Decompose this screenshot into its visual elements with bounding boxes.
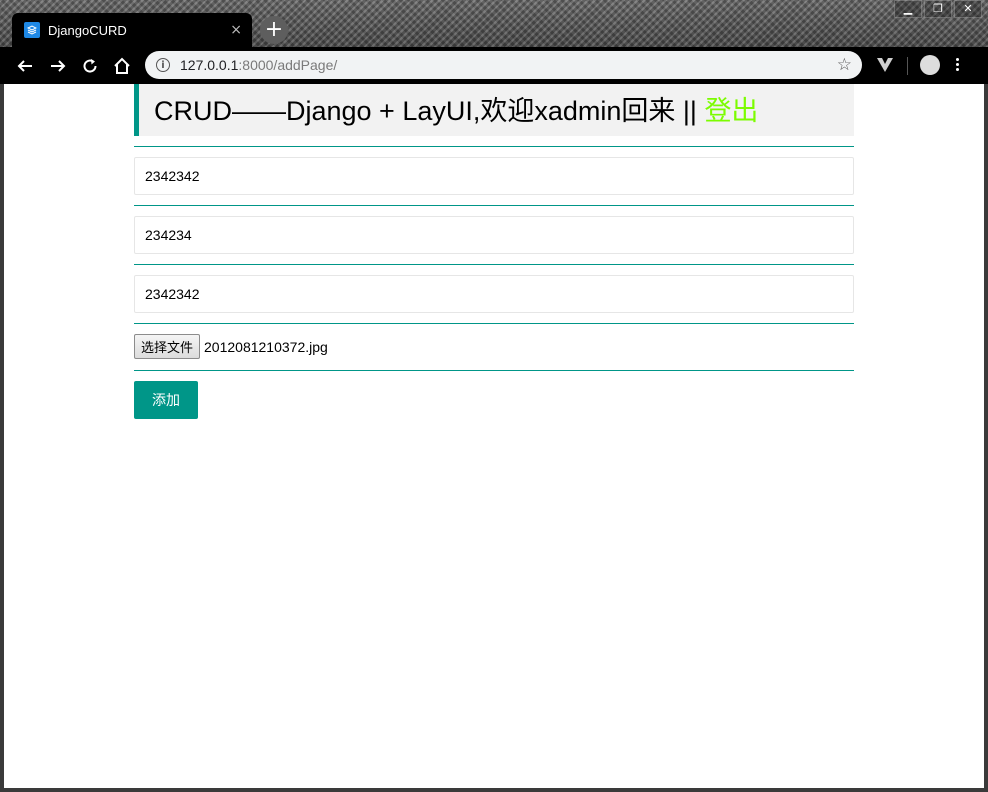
text-field-3[interactable]: [134, 275, 854, 313]
field-row: [134, 265, 854, 323]
choose-file-button[interactable]: 选择文件: [134, 334, 201, 359]
close-window-button[interactable]: ✕: [954, 0, 982, 18]
field-row: [134, 206, 854, 264]
forward-arrow-icon[interactable]: [47, 55, 69, 77]
page-title: CRUD——Django + LayUI,欢迎xadmin回来 ||: [154, 96, 705, 126]
minimize-button[interactable]: ▁: [894, 0, 922, 18]
page-header: CRUD——Django + LayUI,欢迎xadmin回来 || 登出: [134, 84, 854, 136]
bookmark-star-icon[interactable]: ☆: [837, 55, 852, 75]
url-host: 127.0.0.1: [180, 57, 239, 73]
browser-toolbar: i 127.0.0.1:8000/addPage/ ☆: [0, 47, 988, 84]
new-tab-button[interactable]: +: [260, 16, 288, 44]
tab-title: DjangoCURD: [48, 22, 127, 38]
maximize-button[interactable]: ❐: [924, 0, 952, 18]
back-arrow-icon[interactable]: [14, 55, 36, 77]
toolbar-separator: [907, 57, 908, 75]
address-bar[interactable]: i 127.0.0.1:8000/addPage/ ☆: [145, 51, 862, 79]
url-path: :8000/addPage/: [238, 57, 338, 73]
page-viewport: CRUD——Django + LayUI,欢迎xadmin回来 || 登出 选择…: [4, 84, 984, 788]
info-icon[interactable]: i: [156, 58, 170, 72]
logout-link[interactable]: 登出: [704, 96, 758, 126]
tab-favicon-icon: [24, 22, 40, 38]
window-titlebar: ▁ ❐ ✕ DjangoCURD × +: [0, 0, 988, 47]
url-text[interactable]: 127.0.0.1:8000/addPage/: [180, 57, 837, 73]
text-field-2[interactable]: [134, 216, 854, 254]
field-row: [134, 147, 854, 205]
browser-tab[interactable]: DjangoCURD ×: [12, 13, 252, 47]
browser-menu-icon[interactable]: [956, 56, 959, 73]
home-icon[interactable]: [111, 55, 133, 77]
submit-row: 添加: [134, 371, 854, 419]
text-field-1[interactable]: [134, 157, 854, 195]
tab-close-icon[interactable]: ×: [230, 22, 242, 38]
file-upload-row: 选择文件 2012081210372.jpg: [134, 324, 854, 370]
selected-file-name: 2012081210372.jpg: [204, 338, 328, 355]
add-form-container: CRUD——Django + LayUI,欢迎xadmin回来 || 登出 选择…: [134, 84, 854, 419]
profile-avatar-icon[interactable]: [920, 55, 940, 75]
add-button[interactable]: 添加: [134, 381, 198, 419]
extension-icon[interactable]: [876, 57, 894, 78]
window-controls: ▁ ❐ ✕: [892, 0, 982, 18]
reload-icon[interactable]: [79, 55, 101, 77]
